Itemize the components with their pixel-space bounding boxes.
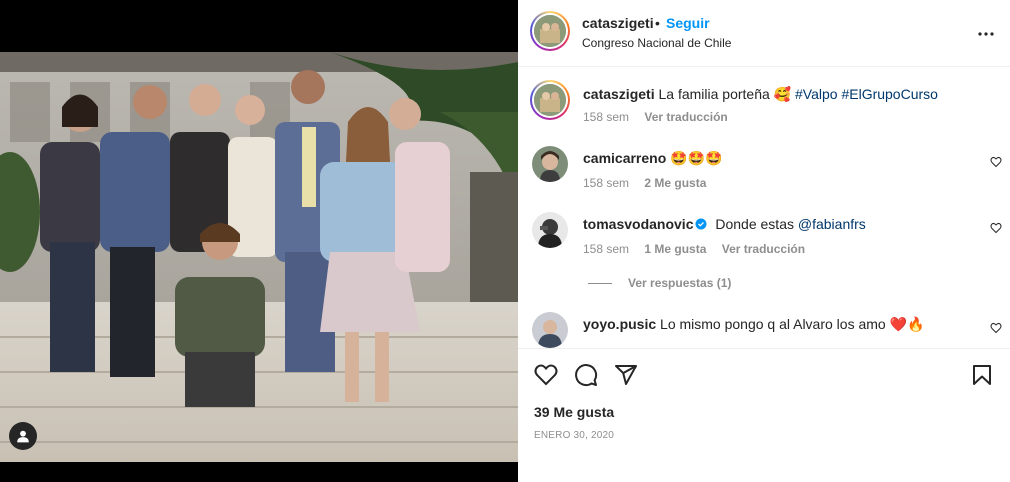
hashtag-valpo[interactable]: #Valpo xyxy=(795,86,838,102)
caption-text: cataszigeti La familia porteña 🥰 #Valpo … xyxy=(583,86,938,103)
comment-time[interactable]: 158 sem xyxy=(583,176,629,190)
comment-body: 🤩🤩🤩 xyxy=(670,150,723,166)
caption-body: La familia porteña 🥰 xyxy=(658,86,792,102)
comment-icon[interactable] xyxy=(574,363,598,387)
post-location[interactable]: Congreso Nacional de Chile xyxy=(582,36,731,50)
comment-body: Donde estas xyxy=(715,216,794,232)
comment-text: camicarreno 🤩🤩🤩 xyxy=(583,150,722,167)
comment-like-heart-icon[interactable] xyxy=(990,322,1002,334)
post-actions-bar xyxy=(518,348,1010,400)
user-tag-icon xyxy=(17,430,29,443)
comment-username[interactable]: tomasvodanovic xyxy=(583,216,693,232)
verified-badge-icon xyxy=(695,218,707,230)
view-replies-button[interactable]: Ver respuestas (1) xyxy=(588,276,731,290)
comment-time[interactable]: 158 sem xyxy=(583,242,629,256)
author-username[interactable]: cataszigeti xyxy=(582,15,654,31)
comment-meta: 158 sem 2 Me gusta xyxy=(583,176,718,190)
post-details-panel: cataszigeti • Seguir Congreso Nacional d… xyxy=(518,0,1010,482)
view-replies-label: Ver respuestas (1) xyxy=(628,276,732,290)
caption-meta: 158 sem Ver traducción xyxy=(583,110,740,124)
caption-username[interactable]: cataszigeti xyxy=(583,86,655,102)
follow-button[interactable]: Seguir xyxy=(666,15,710,31)
caption-translate-button[interactable]: Ver traducción xyxy=(644,110,727,124)
comment-username[interactable]: yoyo.pusic xyxy=(583,316,656,332)
comment-text: tomasvodanovic Donde estas @fabianfrs xyxy=(583,216,866,232)
comment-likes-button[interactable]: 1 Me gusta xyxy=(644,242,706,256)
replies-divider xyxy=(588,282,612,284)
post-date[interactable]: ENERO 30, 2020 xyxy=(534,430,614,441)
user-tag-button[interactable] xyxy=(9,422,37,450)
likes-count[interactable]: 39 Me gusta xyxy=(534,404,614,420)
post-photo[interactable] xyxy=(0,52,518,462)
share-icon[interactable] xyxy=(614,363,638,387)
comment-translate-button[interactable]: Ver traducción xyxy=(722,242,805,256)
more-options-icon[interactable] xyxy=(974,22,998,46)
comment-body: Lo mismo pongo q al Alvaro los amo ❤️🔥 xyxy=(660,316,925,332)
comment-like-heart-icon[interactable] xyxy=(990,156,1002,168)
comment-username[interactable]: camicarreno xyxy=(583,150,666,166)
mention-fabianfrs[interactable]: @fabianfrs xyxy=(798,216,866,232)
post-header: cataszigeti • Seguir Congreso Nacional d… xyxy=(518,0,1010,67)
commenter-avatar[interactable] xyxy=(532,146,568,182)
comments-list[interactable]: cataszigeti La familia porteña 🥰 #Valpo … xyxy=(518,68,1010,348)
heart-icon[interactable] xyxy=(534,363,558,387)
commenter-avatar[interactable] xyxy=(532,212,568,248)
comment-likes-button[interactable]: 2 Me gusta xyxy=(644,176,706,190)
commenter-avatar[interactable] xyxy=(532,312,568,348)
hashtag-elgrupocurso[interactable]: #ElGrupoCurso xyxy=(841,86,938,102)
bookmark-icon[interactable] xyxy=(970,363,994,387)
comment-text: yoyo.pusic Lo mismo pongo q al Alvaro lo… xyxy=(583,316,924,333)
separator-dot: • xyxy=(655,15,660,31)
author-avatar[interactable] xyxy=(530,11,570,51)
comment-like-heart-icon[interactable] xyxy=(990,222,1002,234)
caption-avatar[interactable] xyxy=(530,80,570,120)
caption-time[interactable]: 158 sem xyxy=(583,110,629,124)
post-media xyxy=(0,0,518,482)
comment-meta: 158 sem 1 Me gusta Ver traducción xyxy=(583,242,817,256)
